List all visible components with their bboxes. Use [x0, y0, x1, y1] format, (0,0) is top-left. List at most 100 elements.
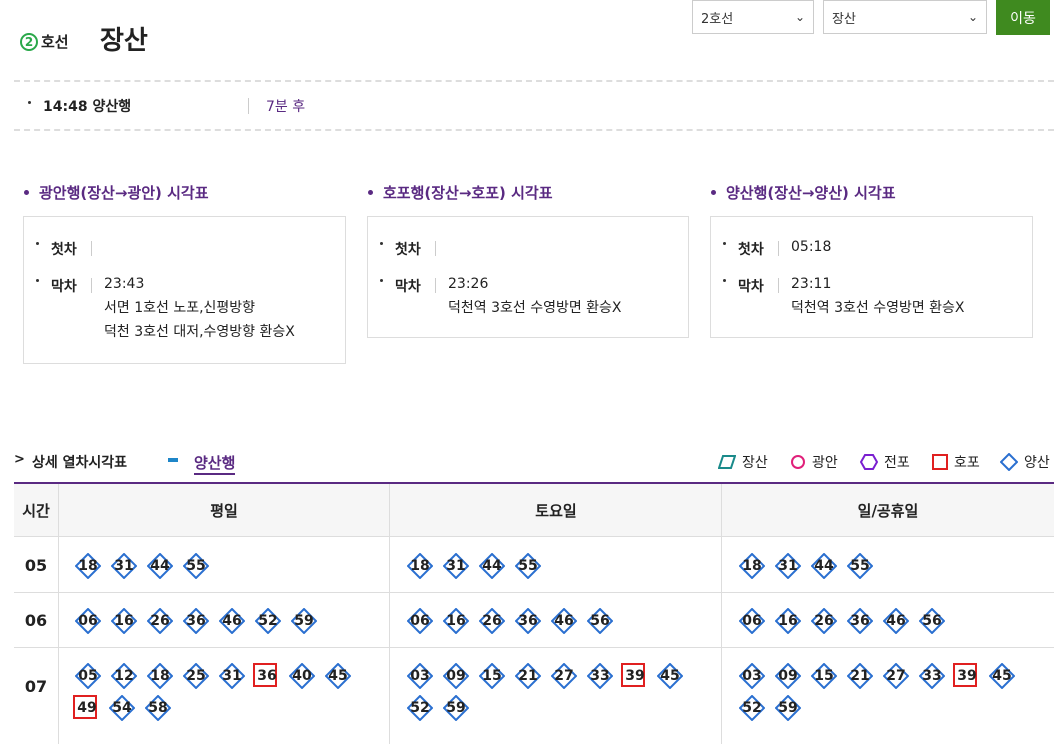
train-minute: 55: [510, 550, 546, 582]
minutes-cell: 06 16 26 36 46 56: [734, 605, 1052, 637]
minute-label: 18: [742, 558, 762, 574]
go-button[interactable]: 이동: [996, 0, 1050, 35]
minute-label: 16: [114, 613, 134, 629]
train-minute: 59: [286, 605, 322, 637]
legend-jangsan: 장산: [718, 452, 768, 472]
line-select-value: 2호선: [701, 11, 734, 27]
train-minute: 59: [770, 692, 806, 724]
minute-label: 52: [742, 700, 762, 716]
transfer-note: 덕천역 3호선 수영방면 환승X: [791, 300, 965, 316]
parallelogram-icon: [718, 455, 736, 469]
train-minute: 18: [142, 660, 178, 692]
header-hour: 시간: [14, 484, 58, 537]
legend-hopo: 호포: [932, 452, 980, 472]
minute-label: 54: [112, 700, 132, 716]
train-minute: 27: [546, 660, 582, 692]
minute-label: 46: [886, 613, 906, 629]
train-minute: 33: [582, 660, 618, 692]
header-holiday: 일/공휴일: [722, 484, 1054, 537]
minutes-cell: 03 09 15 21 27 33 39 45 52 59: [734, 660, 1034, 724]
summary-title-text: 양산행(장산→양산) 시각표: [726, 184, 896, 202]
train-minute: 18: [734, 550, 770, 582]
separator: [248, 98, 249, 114]
train-minute: 06: [402, 605, 438, 637]
train-minute: 58: [140, 692, 176, 724]
train-minute: 12: [106, 660, 142, 692]
chevron-down-icon: ⌄: [794, 10, 805, 24]
train-minute: 31: [770, 550, 806, 582]
minute-label: 52: [258, 613, 278, 629]
train-minute: 52: [402, 692, 438, 724]
transfer-note: 덕천역 3호선 수영방면 환승X: [448, 300, 622, 316]
last-train-label: 막차: [51, 279, 77, 295]
train-minute: 40: [284, 660, 320, 692]
train-minute: 56: [914, 605, 950, 637]
line-select[interactable]: 2호선 ⌄: [692, 0, 814, 34]
train-minute: 27: [878, 660, 914, 692]
last-train-label: 막차: [738, 279, 764, 295]
divider: [14, 129, 1054, 131]
train-minute: 54: [104, 692, 140, 724]
divider: [14, 647, 1054, 648]
legend-label: 양산: [1024, 455, 1050, 471]
minute-label: 21: [850, 668, 870, 684]
first-train-row: 첫차 05:18: [723, 239, 831, 259]
train-minute: 09: [770, 660, 806, 692]
minute-label: 59: [294, 613, 314, 629]
last-train-time: 23:43: [104, 276, 145, 292]
train-minute: 45: [320, 660, 356, 692]
hour-cell: 05: [24, 556, 48, 575]
minute-label: 36: [186, 613, 206, 629]
train-minute: 26: [806, 605, 842, 637]
minute-label: 45: [660, 668, 680, 684]
train-minute: 46: [878, 605, 914, 637]
circle-icon: [791, 455, 805, 469]
last-train-time: 23:26: [448, 276, 489, 292]
train-minute: 46: [214, 605, 250, 637]
summary-title-yangsan: 양산행(장산→양산) 시각표: [711, 182, 896, 203]
header-weekday: 평일: [58, 484, 390, 537]
minutes-cell: 05 12 18 25 31 36 40 45 49 54 58: [70, 660, 370, 724]
train-minute: 03: [402, 660, 438, 692]
divider: [389, 484, 390, 744]
summary-title-hopo: 호포행(장산→호포) 시각표: [368, 182, 553, 203]
train-minute: 39: [950, 660, 984, 692]
train-minute: 55: [842, 550, 878, 582]
legend-gwangan: 광안: [790, 452, 838, 472]
train-minute: 52: [734, 692, 770, 724]
minute-label: 40: [292, 668, 312, 684]
last-train-row: 막차 23:26 덕천역 3호선 수영방면 환승X: [380, 276, 622, 320]
minute-label: 16: [446, 613, 466, 629]
header-saturday: 토요일: [390, 484, 722, 537]
minute-label: 09: [778, 668, 798, 684]
minutes-cell: 03 09 15 21 27 33 39 45 52 59: [402, 660, 702, 724]
transfer-note: 덕천 3호선 대저,수영방향 환승X: [104, 324, 295, 340]
minute-label: 36: [850, 613, 870, 629]
chevron-down-icon: ⌄: [967, 10, 978, 24]
last-train-time: 23:11: [791, 276, 832, 292]
minute-label: 56: [922, 613, 942, 629]
direction-marker-icon: [168, 458, 178, 462]
minute-label: 45: [992, 668, 1012, 684]
minute-label: 44: [482, 558, 502, 574]
line-label: 호선: [41, 33, 69, 51]
minute-label: 52: [410, 700, 430, 716]
next-train: 14:48 양산행: [28, 96, 131, 116]
train-minute: 26: [474, 605, 510, 637]
minute-label: 03: [410, 668, 430, 684]
summary-box-hopo: 첫차 막차 23:26 덕천역 3호선 수영방면 환승X: [367, 216, 689, 338]
legend-jeonpo: 전포: [860, 452, 910, 472]
direction-tab-yangsan[interactable]: 양산행: [194, 452, 236, 475]
minute-label: 03: [742, 668, 762, 684]
minute-label: 31: [114, 558, 134, 574]
train-minute: 26: [142, 605, 178, 637]
minute-label: 33: [590, 668, 610, 684]
legend-label: 장산: [742, 455, 768, 471]
train-minute: 06: [70, 605, 106, 637]
square-icon: [932, 454, 948, 470]
summary-title-gwangan: 광안행(장산→광안) 시각표: [24, 182, 209, 203]
minute-label: 05: [78, 668, 98, 684]
train-minute: 09: [438, 660, 474, 692]
station-select[interactable]: 장산 ⌄: [823, 0, 987, 34]
minute-label: 59: [778, 700, 798, 716]
